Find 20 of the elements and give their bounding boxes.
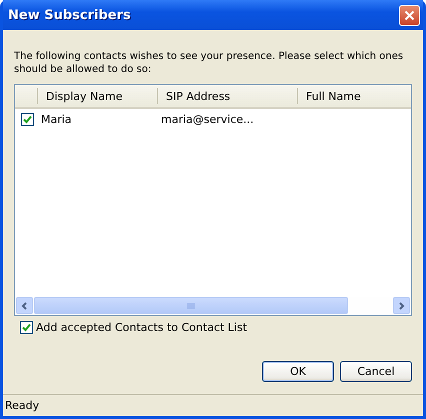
- checkbox[interactable]: [20, 321, 33, 334]
- close-button[interactable]: [399, 4, 420, 26]
- dialog-button[interactable]: Cancel: [340, 361, 412, 382]
- column-header[interactable]: SIP Address: [157, 88, 297, 104]
- scroll-right-icon[interactable]: [393, 297, 410, 314]
- table-cell-text: maria@service...: [160, 112, 255, 126]
- column-header[interactable]: Full Name: [297, 88, 411, 104]
- checkbox-label[interactable]: Add accepted Contacts to Contact List: [36, 321, 248, 334]
- window-title: New Subscribers: [8, 8, 131, 22]
- scroll-thumb[interactable]: [34, 297, 348, 314]
- scroll-left-icon[interactable]: [16, 297, 33, 314]
- column-header[interactable]: Display Name: [37, 88, 157, 104]
- checkbox[interactable]: [21, 112, 34, 126]
- table-cell-text: Maria: [40, 112, 73, 126]
- horizontal-scrollbar[interactable]: [15, 297, 411, 315]
- grip-icon: [187, 302, 195, 308]
- status-text: Ready: [5, 399, 40, 412]
- close-icon: [404, 10, 415, 20]
- instruction-text: The following contacts wishes to see your presence. Please select which ones should be allowed to do so:: [14, 50, 404, 76]
- dialog-button[interactable]: OK: [262, 361, 334, 382]
